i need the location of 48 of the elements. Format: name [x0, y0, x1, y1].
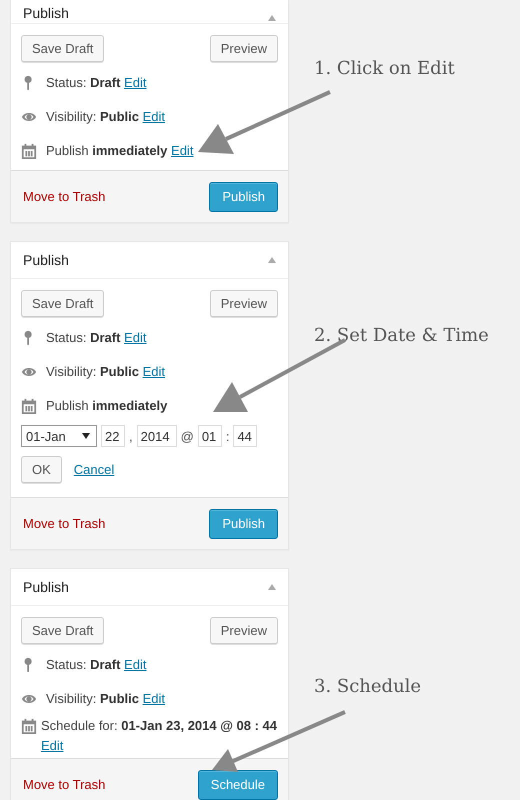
step-caption: 1. Click on Edit — [313, 58, 456, 79]
status-text: Status: Draft Edit — [46, 656, 146, 674]
separator: , — [129, 428, 133, 444]
cancel-link[interactable]: Cancel — [74, 462, 114, 477]
visibility-text: Visibility: Public Edit — [46, 690, 165, 708]
separator: : — [226, 428, 230, 444]
edit-link[interactable]: Edit — [41, 738, 64, 753]
schedule-text: Publish immediately Edit — [46, 142, 194, 160]
edit-link[interactable]: Edit — [142, 691, 165, 706]
day-field[interactable]: 22 — [101, 425, 125, 447]
minute-field[interactable]: 44 — [233, 425, 258, 447]
ok-button[interactable]: OK — [21, 456, 62, 483]
schedule-text: Schedule for: 01-Jan 23, 2014 @ 08 : 44 Edit — [41, 717, 278, 755]
move-to-trash-link[interactable]: Move to Trash — [23, 189, 106, 204]
calendar-icon — [21, 143, 37, 159]
edit-link[interactable]: Edit — [124, 75, 146, 90]
panel-title: Publish — [23, 579, 69, 595]
edit-link[interactable]: Edit — [171, 143, 194, 158]
save-draft-button[interactable]: Save Draft — [21, 35, 104, 62]
save-draft-button[interactable]: Save Draft — [21, 617, 104, 644]
year-field[interactable]: 2014 — [136, 425, 177, 447]
preview-button[interactable]: Preview — [210, 35, 278, 62]
month-dropdown[interactable]: 01-Jan — [21, 425, 97, 447]
preview-button[interactable]: Preview — [210, 617, 278, 644]
move-to-trash-link[interactable]: Move to Trash — [23, 777, 106, 792]
panel-title: Publish — [23, 5, 69, 21]
edit-link[interactable]: Edit — [124, 330, 146, 345]
preview-button[interactable]: Preview — [210, 290, 278, 317]
collapse-icon[interactable] — [268, 584, 276, 590]
panel-title: Publish — [23, 252, 69, 268]
save-draft-button[interactable]: Save Draft — [21, 290, 104, 317]
collapse-icon[interactable] — [268, 15, 276, 21]
visibility-text: Visibility: Public Edit — [46, 108, 165, 126]
hour-field[interactable]: 01 — [198, 425, 222, 447]
edit-link[interactable]: Edit — [142, 109, 165, 124]
calendar-icon — [21, 718, 37, 734]
collapse-icon[interactable] — [268, 257, 276, 263]
status-text: Status: Draft Edit — [46, 74, 146, 92]
move-to-trash-link[interactable]: Move to Trash — [23, 516, 106, 531]
schedule-text: Publish immediately — [46, 397, 168, 415]
edit-link[interactable]: Edit — [142, 364, 165, 379]
step-caption: 2. Set Date & Time — [313, 325, 490, 346]
step-caption: 3. Schedule — [313, 676, 422, 697]
separator: @ — [180, 428, 194, 444]
edit-link[interactable]: Edit — [124, 657, 146, 672]
calendar-icon — [21, 398, 37, 414]
visibility-text: Visibility: Public Edit — [46, 363, 165, 381]
status-text: Status: Draft Edit — [46, 329, 146, 347]
